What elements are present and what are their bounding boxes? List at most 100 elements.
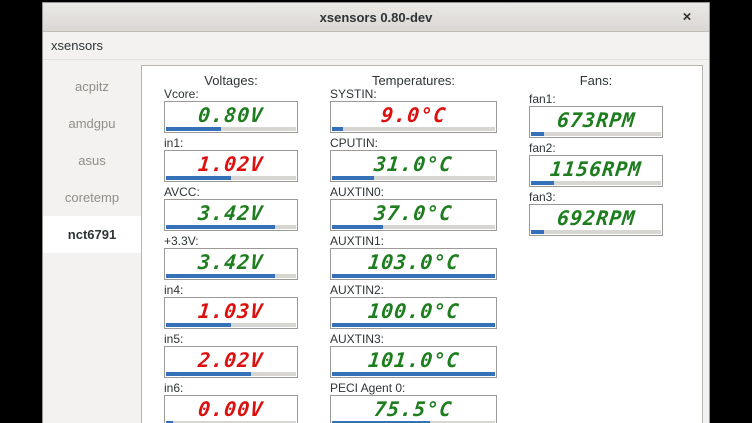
sensor-progress-track	[332, 225, 495, 229]
sensor-progress-track	[531, 230, 661, 234]
sensor-display: 3.42V	[164, 199, 298, 231]
sensor-progress-track	[166, 225, 296, 229]
sensor-cell: SYSTIN: 9.0°C	[330, 88, 497, 133]
sensor-cell: in5: 2.02V	[164, 333, 298, 378]
sidebar-item-label: amdgpu	[69, 116, 116, 131]
window-title: xsensors 0.80-dev	[320, 10, 433, 25]
sensor-progress-fill	[332, 274, 495, 278]
sensor-cell: in1: 1.02V	[164, 137, 298, 182]
content-area: acpitz amdgpu asus coretemp nct6791	[43, 60, 709, 423]
sensor-display: 9.0°C	[330, 101, 497, 133]
temperatures-column: Temperatures: SYSTIN: 9.0°C CPUTIN: 3	[330, 72, 497, 423]
sensor-display: 0.80V	[164, 101, 298, 133]
sensor-cell: fan2: 1156RPM	[529, 142, 663, 187]
sensor-cell: AUXTIN1: 103.0°C	[330, 235, 497, 280]
sensor-progress-fill	[166, 225, 275, 229]
sidebar-item-acpitz[interactable]: acpitz	[43, 68, 141, 105]
menubar: xsensors	[43, 32, 709, 60]
xsensors-window: xsensors 0.80-dev × xsensors acpitz amdg…	[42, 2, 710, 423]
sensor-label: +3.3V:	[164, 235, 298, 248]
sensor-display: 0.00V	[164, 395, 298, 423]
main-area: Voltages: Vcore: 0.80V in1: 1.02V	[141, 60, 709, 423]
sensor-cell: fan1: 673RPM	[529, 93, 663, 138]
sensor-display: 1156RPM	[529, 155, 663, 187]
sidebar-item-coretemp[interactable]: coretemp	[43, 179, 141, 216]
sensor-display: 673RPM	[529, 106, 663, 138]
sensor-display: 1.02V	[164, 150, 298, 182]
sensor-label: fan1:	[529, 93, 663, 106]
chip-tab-list: acpitz amdgpu asus coretemp nct6791	[43, 60, 141, 423]
sensor-display: 101.0°C	[330, 346, 497, 378]
sensor-progress-track	[166, 176, 296, 180]
sensor-progress-fill	[332, 176, 374, 180]
sensor-cell: fan3: 692RPM	[529, 191, 663, 236]
column-header: Fans:	[529, 72, 663, 93]
sensor-label: in4:	[164, 284, 298, 297]
sensor-display: 100.0°C	[330, 297, 497, 329]
sidebar-item-label: coretemp	[65, 190, 119, 205]
sensor-progress-fill	[166, 274, 275, 278]
sensor-cell: +3.3V: 3.42V	[164, 235, 298, 280]
sensor-label: AUXTIN1:	[330, 235, 497, 248]
sidebar-item-label: nct6791	[68, 227, 116, 242]
sidebar-item-label: acpitz	[75, 79, 109, 94]
sensor-progress-fill	[332, 323, 495, 327]
sidebar-item-label: asus	[78, 153, 105, 168]
sensor-progress-fill	[332, 127, 343, 131]
sensor-progress-fill	[332, 372, 495, 376]
sensor-cell: in6: 0.00V	[164, 382, 298, 423]
sensor-display: 31.0°C	[330, 150, 497, 182]
sensor-label: AUXTIN0:	[330, 186, 497, 199]
titlebar[interactable]: xsensors 0.80-dev ×	[43, 3, 709, 32]
sensor-progress-fill	[332, 225, 383, 229]
sensor-display: 1.03V	[164, 297, 298, 329]
sensor-progress-track	[166, 323, 296, 327]
sensor-progress-fill	[166, 127, 221, 131]
sensor-display: 3.42V	[164, 248, 298, 280]
sensor-cell: AUXTIN0: 37.0°C	[330, 186, 497, 231]
sensor-progress-track	[332, 372, 495, 376]
sensor-cell: in4: 1.03V	[164, 284, 298, 329]
sidebar-item-nct6791[interactable]: nct6791	[43, 216, 141, 253]
sensor-cell: PECI Agent 0: 75.5°C	[330, 382, 497, 423]
sensor-label: AVCC:	[164, 186, 298, 199]
sensor-cell: Vcore: 0.80V	[164, 88, 298, 133]
sidebar-item-amdgpu[interactable]: amdgpu	[43, 105, 141, 142]
sensor-label: CPUTIN:	[330, 137, 497, 150]
sensor-label: in6:	[164, 382, 298, 395]
menubar-app-label[interactable]: xsensors	[51, 38, 103, 53]
sensor-cell: AUXTIN2: 100.0°C	[330, 284, 497, 329]
sensor-progress-track	[166, 372, 296, 376]
sensor-value: 0.00V	[197, 397, 265, 423]
column-header: Voltages:	[164, 72, 298, 88]
sensor-label: Vcore:	[164, 88, 298, 101]
sensor-cell: AUXTIN3: 101.0°C	[330, 333, 497, 378]
fans-column: Fans: fan1: 673RPM fan2: 1156RPM	[529, 72, 663, 423]
sensor-label: PECI Agent 0:	[330, 382, 497, 395]
sensor-progress-track	[332, 323, 495, 327]
sensor-cell: CPUTIN: 31.0°C	[330, 137, 497, 182]
sensor-display: 75.5°C	[330, 395, 497, 423]
sensor-progress-track	[531, 181, 661, 185]
sensor-progress-fill	[166, 372, 251, 376]
sensor-display: 103.0°C	[330, 248, 497, 280]
sensor-progress-fill	[531, 132, 544, 136]
sensor-label: AUXTIN2:	[330, 284, 497, 297]
sensor-label: AUXTIN3:	[330, 333, 497, 346]
screen: xsensors 0.80-dev × xsensors acpitz amdg…	[0, 0, 752, 423]
sensor-display: 2.02V	[164, 346, 298, 378]
sensor-progress-fill	[166, 176, 231, 180]
sensor-display: 692RPM	[529, 204, 663, 236]
sensor-progress-track	[332, 176, 495, 180]
close-button[interactable]: ×	[677, 9, 697, 26]
sensor-cell: AVCC: 3.42V	[164, 186, 298, 231]
sidebar-item-asus[interactable]: asus	[43, 142, 141, 179]
sensor-label: fan3:	[529, 191, 663, 204]
sensor-progress-fill	[531, 181, 554, 185]
sensor-value: 75.5°C	[373, 397, 454, 423]
sensor-progress-track	[166, 274, 296, 278]
column-header: Temperatures:	[330, 72, 497, 88]
sensor-progress-fill	[166, 323, 231, 327]
sensor-progress-track	[332, 274, 495, 278]
sensor-label: fan2:	[529, 142, 663, 155]
